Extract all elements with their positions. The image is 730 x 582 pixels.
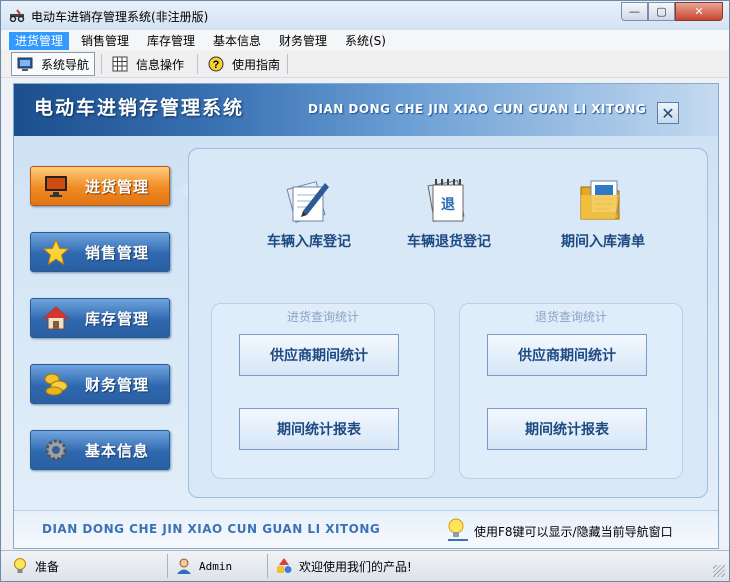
- toolbar-info-ops-label: 信息操作: [136, 57, 185, 72]
- status-text: 准备: [35, 559, 60, 574]
- sidebar-item-purchase[interactable]: 进货管理: [30, 166, 170, 206]
- gear-icon: [45, 439, 67, 461]
- coins-icon: [44, 373, 68, 396]
- toolbar-system-nav-label: 系统导航: [41, 57, 90, 72]
- lightbulb-icon: [448, 518, 468, 541]
- menu-purchase[interactable]: 进货管理: [9, 32, 70, 50]
- supplier-period-stats-button[interactable]: 供应商期间统计: [487, 334, 647, 376]
- toolbar-guide-button[interactable]: ? 使用指南: [203, 52, 285, 76]
- minimize-button[interactable]: —: [621, 2, 648, 21]
- group-title: 退货查询统计: [534, 310, 607, 324]
- menu-bar: 进货管理 销售管理 库存管理 基本信息 财务管理 系统(S): [1, 30, 729, 50]
- action-vehicle-stock-in-label[interactable]: 车辆入库登记: [249, 231, 369, 251]
- svg-text:?: ?: [213, 59, 220, 71]
- panel-close-button[interactable]: ✕: [657, 102, 679, 124]
- sidebar-item-inventory[interactable]: 库存管理: [30, 298, 170, 338]
- status-user: Admin: [175, 555, 232, 577]
- menu-sales[interactable]: 销售管理: [75, 32, 135, 50]
- navigation-panel: 电动车进销存管理系统 DIAN DONG CHE JIN XIAO CUN GU…: [13, 83, 719, 549]
- sidebar-item-label: 库存管理: [85, 309, 150, 328]
- status-message-text: 欢迎使用我们的产品!: [299, 559, 412, 574]
- period-stats-report-button[interactable]: 期间统计报表: [239, 408, 399, 450]
- status-username: Admin: [199, 559, 233, 573]
- return-query-group: 退货查询统计 供应商期间统计 期间统计报表: [459, 303, 683, 479]
- content-area: 车辆入库登记 退 车辆退货登记 期间入库清单 进货查询统计 供应商期间统计 期间…: [188, 148, 708, 498]
- help-icon: ?: [208, 56, 224, 72]
- house-icon: [43, 306, 69, 330]
- app-icon: [9, 9, 25, 22]
- supplier-period-stats-button[interactable]: 供应商期间统计: [239, 334, 399, 376]
- lightbulb-icon: [14, 558, 26, 573]
- toolbar-separator: [287, 54, 288, 74]
- period-stats-report-button[interactable]: 期间统计报表: [487, 408, 647, 450]
- toolbar: 系统导航 信息操作 ? 使用指南: [1, 50, 729, 78]
- status-divider: [167, 554, 168, 578]
- monitor-icon: [17, 57, 33, 71]
- minimize-icon: —: [629, 5, 640, 18]
- title-bar: 电动车进销存管理系统(非注册版) — ▢ ✕: [1, 1, 729, 30]
- close-icon: ✕: [694, 5, 704, 18]
- maximize-icon: ▢: [656, 5, 667, 18]
- svg-text:退: 退: [441, 197, 455, 213]
- toolbar-guide-label: 使用指南: [232, 57, 281, 72]
- close-button[interactable]: ✕: [675, 2, 723, 21]
- window-title: 电动车进销存管理系统(非注册版): [31, 10, 209, 24]
- menu-finance[interactable]: 财务管理: [273, 32, 333, 50]
- toolbar-separator: [101, 54, 102, 74]
- status-ready: 准备: [11, 555, 59, 577]
- star-icon: [43, 239, 69, 265]
- monitor-icon: [45, 176, 67, 197]
- banner: 电动车进销存管理系统 DIAN DONG CHE JIN XIAO CUN GU…: [14, 84, 718, 136]
- status-message: 欢迎使用我们的产品!: [275, 555, 412, 577]
- group-title: 进货查询统计: [286, 310, 359, 324]
- f8-hint: 使用F8键可以显示/隐藏当前导航窗口: [474, 525, 673, 539]
- menu-basic-info[interactable]: 基本信息: [207, 32, 267, 50]
- banner-subtitle: DIAN DONG CHE JIN XIAO CUN GUAN LI XITON…: [308, 102, 647, 116]
- banner-title: 电动车进销存管理系统: [34, 97, 245, 119]
- grid-icon: [112, 56, 128, 72]
- sidebar-item-label: 基本信息: [85, 441, 150, 460]
- sidebar-item-label: 销售管理: [85, 243, 150, 262]
- sidebar-item-sales[interactable]: 销售管理: [30, 232, 170, 272]
- resize-grip[interactable]: [713, 565, 725, 577]
- panel-footer: DIAN DONG CHE JIN XIAO CUN GUAN LI XITON…: [14, 510, 718, 548]
- menu-inventory[interactable]: 库存管理: [141, 32, 201, 50]
- action-vehicle-return-label[interactable]: 车辆退货登记: [389, 231, 509, 251]
- status-bar: 准备 Admin 欢迎使用我们的产品!: [1, 550, 729, 581]
- notepad-pen-icon[interactable]: [283, 175, 333, 225]
- close-icon: ✕: [661, 103, 675, 123]
- action-period-stock-list-label[interactable]: 期间入库清单: [543, 231, 663, 251]
- toolbar-separator: [197, 54, 198, 74]
- folder-list-icon[interactable]: [577, 175, 627, 225]
- sidebar-item-basic-info[interactable]: 基本信息: [30, 430, 170, 470]
- maximize-button[interactable]: ▢: [648, 2, 675, 21]
- calendar-return-icon[interactable]: 退: [423, 175, 473, 225]
- sidebar-item-finance[interactable]: 财务管理: [30, 364, 170, 404]
- toolbar-info-ops-button[interactable]: 信息操作: [107, 52, 189, 76]
- panel-body: 进货管理 销售管理 库存管理 财务管理 基本信息 车辆入库登记 退 车辆退货登记…: [14, 136, 718, 510]
- sidebar-item-label: 进货管理: [85, 177, 150, 196]
- sidebar-item-label: 财务管理: [85, 375, 150, 394]
- menu-system[interactable]: 系统(S): [339, 32, 392, 50]
- shapes-icon: [277, 558, 292, 573]
- status-divider: [267, 554, 268, 578]
- app-window: 电动车进销存管理系统(非注册版) — ▢ ✕ 进货管理 销售管理 库存管理 基本…: [0, 0, 730, 582]
- toolbar-system-nav-button[interactable]: 系统导航: [11, 52, 96, 76]
- user-icon: [177, 558, 191, 574]
- footer-subtitle: DIAN DONG CHE JIN XIAO CUN GUAN LI XITON…: [42, 522, 381, 536]
- purchase-query-group: 进货查询统计 供应商期间统计 期间统计报表: [211, 303, 435, 479]
